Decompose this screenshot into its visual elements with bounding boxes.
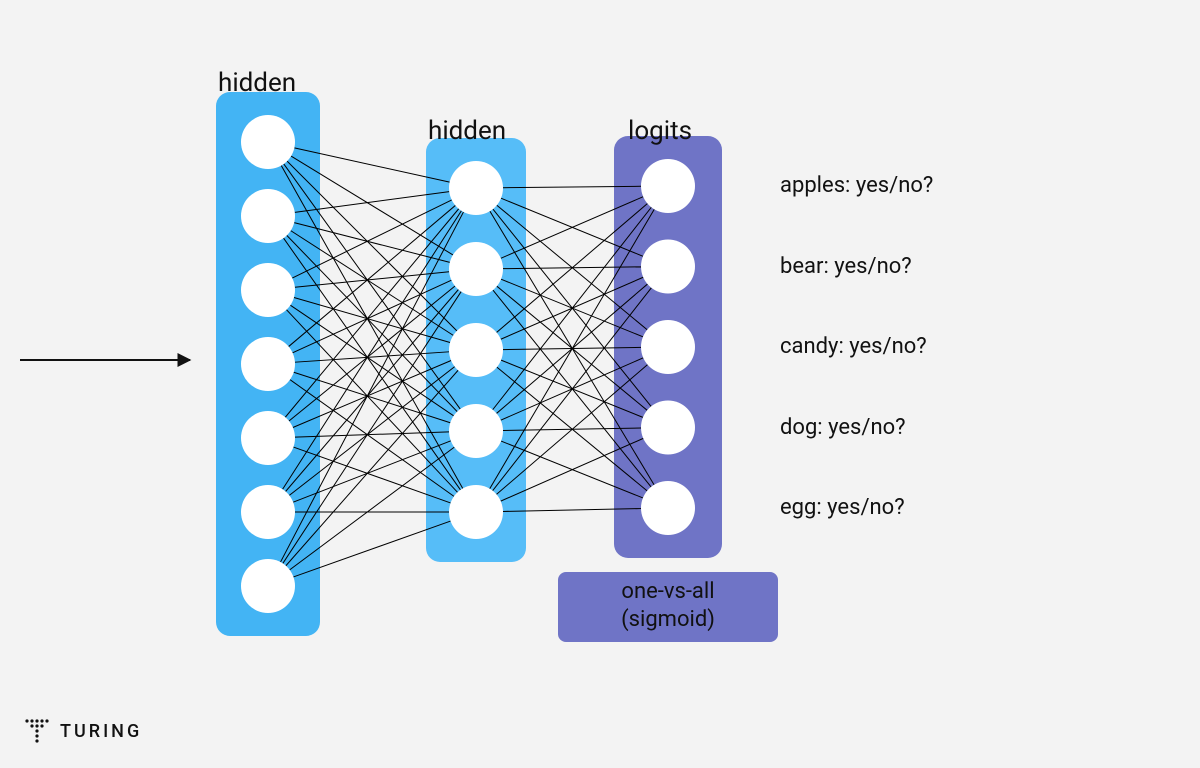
node-0-0 (241, 115, 295, 169)
node-2-4 (641, 481, 695, 535)
output-label-3: dog: yes/no? (780, 415, 906, 440)
node-1-3 (449, 404, 503, 458)
node-0-3 (241, 337, 295, 391)
network-diagram (0, 0, 1200, 768)
node-1-2 (449, 323, 503, 377)
node-2-0 (641, 159, 695, 213)
brand-text: TURING (60, 721, 142, 742)
layer-label-1: hidden (428, 116, 506, 146)
node-0-6 (241, 559, 295, 613)
node-1-4 (449, 485, 503, 539)
node-2-3 (641, 401, 695, 455)
output-label-4: egg: yes/no? (780, 495, 905, 520)
sigmoid-box-label: one-vs-all(sigmoid) (558, 578, 778, 633)
node-1-1 (449, 242, 503, 296)
layer-label-2: logits (628, 116, 692, 146)
node-0-5 (241, 485, 295, 539)
output-label-2: candy: yes/no? (780, 334, 927, 359)
brand-logo-icon (24, 718, 50, 744)
sigmoid-box-line1: one-vs-all (558, 578, 778, 606)
node-2-2 (641, 320, 695, 374)
brand-logo: TURING (24, 718, 142, 744)
output-label-0: apples: yes/no? (780, 173, 933, 198)
node-0-2 (241, 263, 295, 317)
node-0-4 (241, 411, 295, 465)
node-0-1 (241, 189, 295, 243)
node-2-1 (641, 240, 695, 294)
sigmoid-box-line2: (sigmoid) (558, 606, 778, 634)
node-1-0 (449, 161, 503, 215)
output-label-1: bear: yes/no? (780, 254, 912, 279)
layer-label-0: hidden (218, 68, 296, 98)
